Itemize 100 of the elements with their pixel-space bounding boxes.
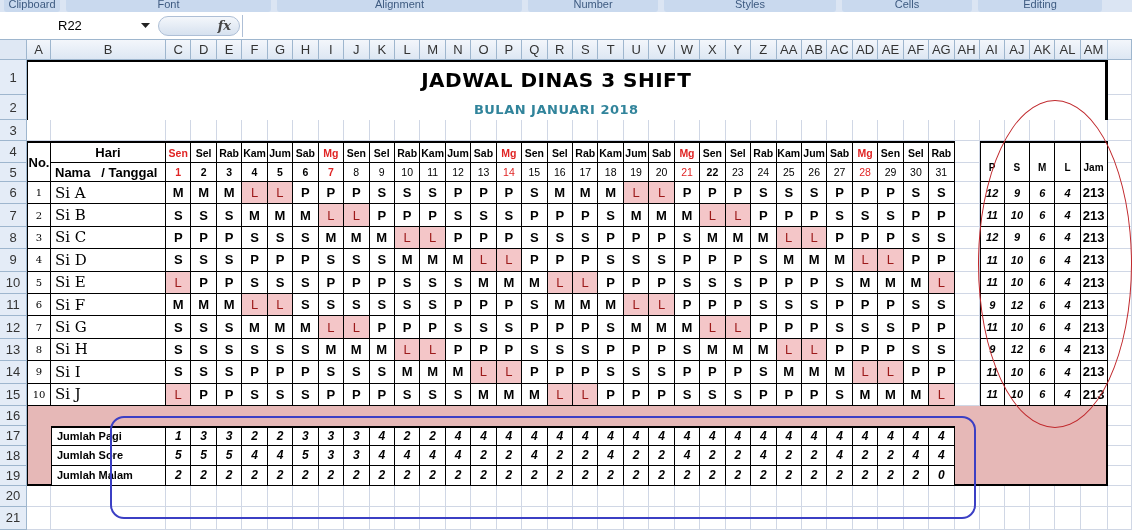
shift-cell: M bbox=[420, 361, 446, 384]
column-header[interactable]: AM bbox=[1080, 40, 1108, 60]
row-header[interactable]: 20 bbox=[0, 485, 27, 507]
date-cell: 5 bbox=[267, 163, 294, 182]
date-cell: 27 bbox=[827, 163, 853, 182]
shift-cell: M bbox=[801, 249, 828, 272]
column-header[interactable]: AI bbox=[979, 40, 1005, 60]
column-header[interactable]: AD bbox=[852, 40, 879, 60]
column-header[interactable]: D bbox=[191, 40, 217, 60]
column-header[interactable]: AG bbox=[929, 40, 955, 60]
shift-cell: L bbox=[242, 182, 268, 205]
row-header[interactable]: 16 bbox=[0, 405, 27, 426]
column-header[interactable]: P bbox=[496, 40, 523, 60]
row-header[interactable]: 21 bbox=[0, 506, 27, 530]
column-header[interactable]: AB bbox=[801, 40, 828, 60]
name-box[interactable]: R22 bbox=[0, 14, 156, 37]
column-header[interactable]: J bbox=[344, 40, 370, 60]
column-header[interactable]: O bbox=[471, 40, 497, 60]
row-header[interactable]: 19 bbox=[0, 465, 27, 486]
column-header[interactable]: AJ bbox=[1004, 40, 1031, 60]
shift-cell: M bbox=[293, 316, 319, 339]
column-header[interactable]: H bbox=[293, 40, 319, 60]
shift-cell: S bbox=[191, 338, 217, 362]
total-cell: 4 bbox=[1055, 271, 1081, 294]
column-header[interactable]: N bbox=[445, 40, 472, 60]
row-header[interactable]: 13 bbox=[0, 338, 27, 362]
column-header[interactable]: X bbox=[700, 40, 726, 60]
shift-cell: L bbox=[700, 316, 726, 339]
column-header[interactable]: E bbox=[216, 40, 243, 60]
row-header[interactable]: 3 bbox=[0, 120, 27, 141]
column-header[interactable]: F bbox=[242, 40, 268, 60]
column-header[interactable]: C bbox=[166, 40, 192, 60]
row-header[interactable]: 9 bbox=[0, 249, 27, 272]
column-header[interactable]: M bbox=[420, 40, 446, 60]
row-header[interactable]: 10 bbox=[0, 271, 27, 294]
row-header[interactable]: 2 bbox=[0, 95, 27, 120]
column-header[interactable]: AK bbox=[1030, 40, 1056, 60]
shift-cell: S bbox=[929, 182, 955, 205]
column-header[interactable]: L bbox=[394, 40, 421, 60]
column-header[interactable]: T bbox=[598, 40, 624, 60]
column-heading: No. bbox=[27, 141, 51, 182]
column-header[interactable]: V bbox=[649, 40, 675, 60]
total-cell: 6 bbox=[1030, 338, 1056, 362]
insert-function-button[interactable]: fx bbox=[158, 15, 240, 36]
column-header[interactable]: I bbox=[318, 40, 345, 60]
total-cell: 12 bbox=[979, 226, 1005, 250]
shift-cell: L bbox=[649, 293, 675, 317]
column-header[interactable]: U bbox=[623, 40, 650, 60]
empty-cell bbox=[394, 506, 421, 530]
date-cell: 7 bbox=[318, 163, 345, 182]
select-all-button[interactable] bbox=[0, 40, 27, 60]
shift-cell: L bbox=[166, 271, 192, 294]
shift-cell: S bbox=[166, 316, 192, 339]
row-header[interactable]: 6 bbox=[0, 182, 27, 205]
row-header[interactable]: 1 bbox=[0, 60, 27, 95]
shift-cell: P bbox=[344, 182, 370, 205]
shift-cell: M bbox=[242, 316, 268, 339]
shift-cell: S bbox=[878, 204, 904, 227]
shift-cell: S bbox=[242, 338, 268, 362]
column-header[interactable]: Z bbox=[751, 40, 777, 60]
row-header[interactable]: 5 bbox=[0, 163, 27, 182]
column-header[interactable]: Y bbox=[725, 40, 752, 60]
shift-cell: L bbox=[573, 383, 599, 406]
column-header[interactable]: AF bbox=[903, 40, 930, 60]
row-header[interactable]: 15 bbox=[0, 383, 27, 406]
empty-cell bbox=[166, 506, 192, 530]
shift-cell: P bbox=[598, 338, 624, 362]
date-cell: 17 bbox=[573, 163, 599, 182]
column-header[interactable]: AA bbox=[776, 40, 802, 60]
row-header[interactable]: 11 bbox=[0, 293, 27, 317]
weekday-cell: Mg bbox=[496, 141, 523, 163]
caret-icon[interactable] bbox=[141, 23, 150, 28]
shift-cell: S bbox=[827, 316, 853, 339]
column-header[interactable]: A bbox=[27, 40, 51, 60]
row-header[interactable]: 4 bbox=[0, 141, 27, 163]
column-header[interactable]: R bbox=[547, 40, 573, 60]
date-cell: 20 bbox=[649, 163, 675, 182]
column-header[interactable]: Q bbox=[522, 40, 548, 60]
shift-cell: M bbox=[649, 316, 675, 339]
shift-cell: P bbox=[674, 361, 701, 384]
row-header[interactable]: 18 bbox=[0, 445, 27, 466]
column-header[interactable]: B bbox=[51, 40, 166, 60]
row-header[interactable]: 17 bbox=[0, 425, 27, 446]
row-header[interactable]: 8 bbox=[0, 226, 27, 250]
column-header[interactable]: W bbox=[674, 40, 701, 60]
shift-cell: P bbox=[751, 316, 777, 339]
shift-cell: L bbox=[852, 249, 879, 272]
column-header[interactable]: G bbox=[267, 40, 294, 60]
column-header[interactable]: AH bbox=[954, 40, 980, 60]
column-header[interactable]: S bbox=[573, 40, 599, 60]
row-header[interactable]: 7 bbox=[0, 204, 27, 227]
row-header[interactable]: 12 bbox=[0, 316, 27, 339]
shift-cell: P bbox=[852, 182, 879, 205]
shift-cell: L bbox=[852, 361, 879, 384]
column-header[interactable]: AE bbox=[878, 40, 904, 60]
column-header[interactable]: K bbox=[369, 40, 395, 60]
total-cell: 4 bbox=[1055, 249, 1081, 272]
column-header[interactable]: AL bbox=[1055, 40, 1081, 60]
row-header[interactable]: 14 bbox=[0, 361, 27, 384]
column-header[interactable]: AC bbox=[827, 40, 853, 60]
